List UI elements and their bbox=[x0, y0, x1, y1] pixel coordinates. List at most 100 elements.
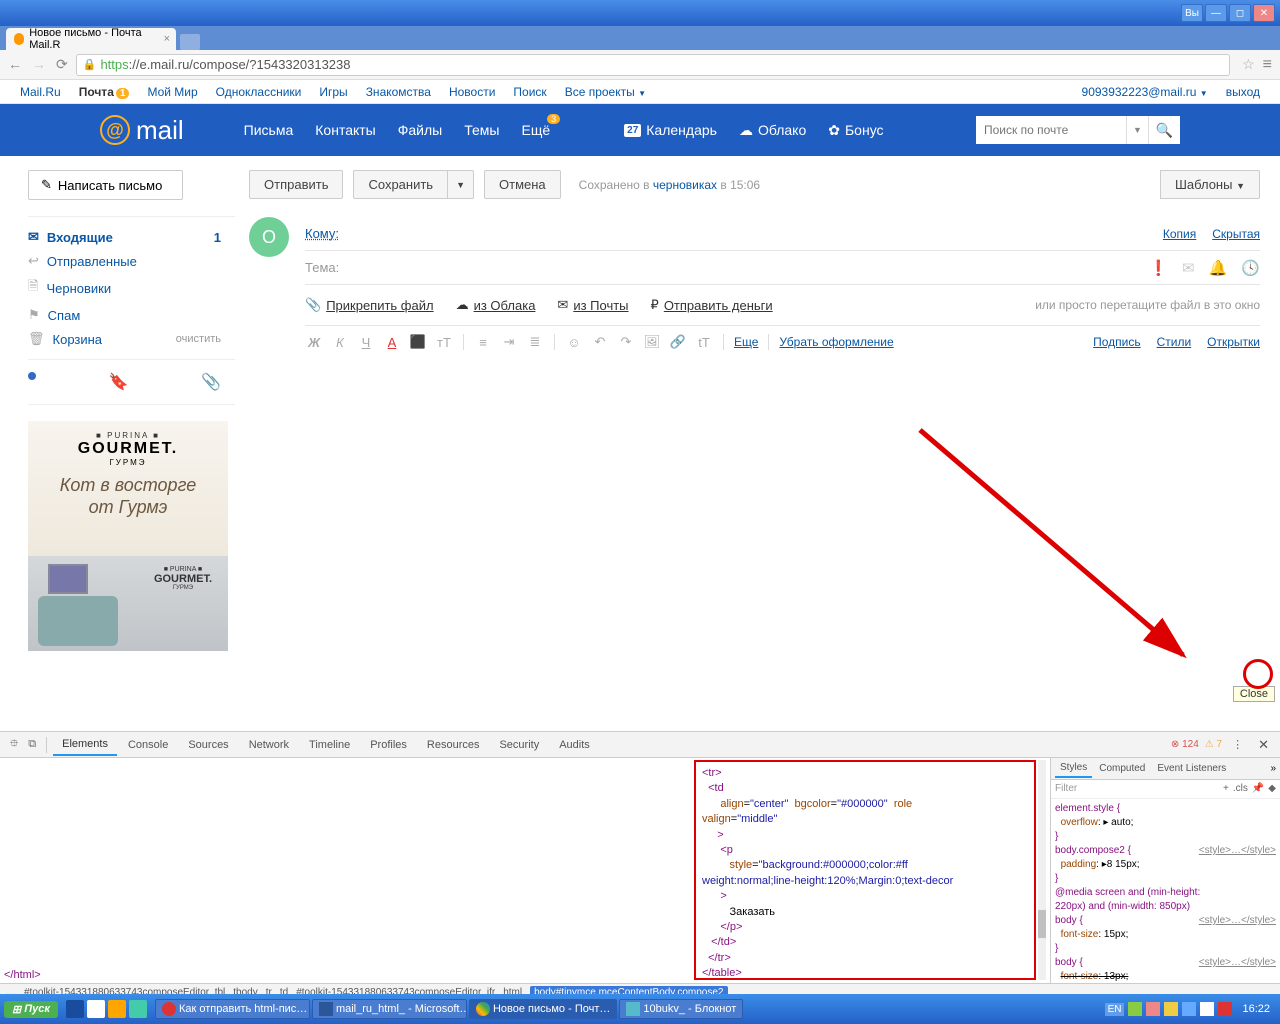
cls-toggle[interactable]: .cls bbox=[1233, 783, 1248, 794]
devtools-tab-timeline[interactable]: Timeline bbox=[300, 735, 359, 755]
error-count[interactable]: 124 bbox=[1171, 739, 1199, 750]
lang-button[interactable]: Вы bbox=[1181, 4, 1203, 22]
taskbar-app-chrome[interactable]: Новое письмо - Почт… bbox=[469, 999, 617, 1019]
remove-format-link[interactable]: Убрать оформление bbox=[779, 335, 893, 349]
redo-icon[interactable]: ↷ bbox=[617, 334, 635, 350]
topnav-mail[interactable]: Почта1 bbox=[79, 85, 130, 99]
postcards-link[interactable]: Открытки bbox=[1207, 335, 1260, 349]
attach-file-button[interactable]: 📎Прикрепить файл bbox=[305, 297, 434, 313]
ql-yandex-icon[interactable] bbox=[87, 1000, 105, 1018]
devtools-close-button[interactable]: ✕ bbox=[1253, 737, 1274, 753]
devtools-tab-security[interactable]: Security bbox=[490, 735, 548, 755]
topnav-games[interactable]: Игры bbox=[319, 85, 347, 99]
taskbar-app-notepad[interactable]: 10bukv_ - Блокнот bbox=[619, 999, 743, 1019]
dom-scrollbar[interactable] bbox=[1038, 910, 1046, 938]
tray-icon[interactable] bbox=[1164, 1002, 1178, 1016]
topnav-projects[interactable]: Все проекты ▼ bbox=[565, 85, 646, 99]
styles-more-icon[interactable]: » bbox=[1270, 763, 1276, 774]
unread-filter-icon[interactable] bbox=[28, 372, 36, 380]
browser-tab[interactable]: Новое письмо - Почта Mail.R × bbox=[6, 28, 176, 50]
devtools-tab-resources[interactable]: Resources bbox=[418, 735, 489, 755]
tray-icon[interactable] bbox=[1182, 1002, 1196, 1016]
minimize-button[interactable]: — bbox=[1205, 4, 1227, 22]
save-dropdown-button[interactable]: ▼ bbox=[447, 170, 474, 199]
tray-icon[interactable] bbox=[1128, 1002, 1142, 1016]
devtools-tab-console[interactable]: Console bbox=[119, 735, 177, 755]
folder-inbox[interactable]: ✉Входящие1 bbox=[28, 225, 235, 249]
topnav-search[interactable]: Поиск bbox=[513, 85, 546, 99]
user-email[interactable]: 9093932223@mail.ru ▼ bbox=[1082, 85, 1208, 99]
folder-spam[interactable]: ⚑Спам bbox=[28, 303, 235, 327]
ql-app-icon[interactable] bbox=[129, 1000, 147, 1018]
signature-link[interactable]: Подпись bbox=[1093, 335, 1141, 349]
save-button[interactable]: Сохранить bbox=[353, 170, 447, 199]
clock[interactable]: 16:22 bbox=[1236, 1003, 1276, 1015]
styles-link[interactable]: Стили bbox=[1157, 335, 1192, 349]
nav-back-icon[interactable]: ← bbox=[8, 56, 22, 73]
format-more-link[interactable]: Еще bbox=[734, 335, 758, 349]
sidebar-ad[interactable]: ■ PURINA ■ GOURMET. ГУРМЭ Кот в восторге… bbox=[28, 421, 228, 651]
ql-book-icon[interactable] bbox=[108, 1000, 126, 1018]
taskbar-app-yandex[interactable]: Как отправить html-пис… bbox=[155, 999, 310, 1019]
templates-button[interactable]: Шаблоны ▼ bbox=[1160, 170, 1260, 199]
url-input[interactable]: 🔒 https://e.mail.ru/compose/?15433203132… bbox=[76, 54, 1230, 76]
nav-letters[interactable]: Письма bbox=[244, 122, 294, 138]
link-icon[interactable]: 🔗 bbox=[669, 334, 687, 350]
tray-shield-icon[interactable] bbox=[1218, 1002, 1232, 1016]
folder-drafts[interactable]: 🗎Черновики bbox=[28, 273, 235, 303]
devtools-tab-profiles[interactable]: Profiles bbox=[361, 735, 416, 755]
notify-icon[interactable]: 🔔 bbox=[1209, 259, 1228, 277]
topnav-mailru[interactable]: Mail.Ru bbox=[20, 85, 61, 99]
clear-trash-link[interactable]: очистить bbox=[176, 333, 221, 345]
send-money-button[interactable]: ₽Отправить деньги bbox=[651, 297, 773, 313]
listeners-tab[interactable]: Event Listeners bbox=[1152, 760, 1231, 777]
devtools-tab-audits[interactable]: Audits bbox=[550, 735, 599, 755]
filter-input[interactable]: Filter bbox=[1055, 783, 1077, 794]
underline-icon[interactable]: Ч bbox=[357, 335, 375, 350]
bold-icon[interactable]: Ж bbox=[305, 335, 323, 350]
maximize-button[interactable]: ◻ bbox=[1229, 4, 1251, 22]
attachment-filter-icon[interactable]: 📎 bbox=[201, 372, 221, 392]
folder-sent[interactable]: ↩Отправленные bbox=[28, 249, 235, 273]
start-button[interactable]: ⊞Пуск bbox=[4, 1001, 58, 1018]
subject-field[interactable]: Тема: ❗ ✉ 🔔 🕓 bbox=[305, 251, 1260, 285]
align-icon[interactable]: ≡ bbox=[474, 335, 492, 350]
search-button[interactable]: 🔍 bbox=[1148, 116, 1180, 144]
dom-tree[interactable]: <tr> <td align="center" bgcolor="#000000… bbox=[0, 758, 1050, 983]
cancel-button[interactable]: Отмена bbox=[484, 170, 561, 199]
ql-floppy-icon[interactable] bbox=[66, 1000, 84, 1018]
compose-button[interactable]: ✎ Написать письмо bbox=[28, 170, 183, 200]
devtools-tab-network[interactable]: Network bbox=[240, 735, 298, 755]
folder-trash[interactable]: 🗑Корзинаочистить bbox=[28, 327, 235, 351]
devtools-tab-sources[interactable]: Sources bbox=[179, 735, 237, 755]
nav-more[interactable]: Ещё3 bbox=[521, 122, 550, 138]
tray-icon[interactable] bbox=[1146, 1002, 1160, 1016]
browser-menu-icon[interactable]: ≡ bbox=[1263, 56, 1272, 74]
nav-themes[interactable]: Темы bbox=[464, 122, 499, 138]
computed-tab[interactable]: Computed bbox=[1094, 760, 1150, 777]
drafts-link[interactable]: черновиках bbox=[653, 178, 717, 192]
warning-count[interactable]: 7 bbox=[1205, 739, 1222, 750]
send-button[interactable]: Отправить bbox=[249, 170, 343, 199]
to-label[interactable]: Кому: bbox=[305, 226, 339, 241]
undo-icon[interactable]: ↶ bbox=[591, 334, 609, 350]
search-dropdown-icon[interactable]: ▼ bbox=[1126, 116, 1148, 144]
nav-calendar[interactable]: 27 Календарь bbox=[624, 122, 717, 138]
css-rules[interactable]: element.style { overflow: ▸ auto; } body… bbox=[1051, 799, 1280, 983]
nav-contacts[interactable]: Контакты bbox=[315, 122, 375, 138]
cc-link[interactable]: Копия bbox=[1163, 227, 1196, 241]
to-field[interactable]: Кому: Копия Скрытая bbox=[305, 217, 1260, 251]
topnav-mymir[interactable]: Мой Мир bbox=[147, 85, 197, 99]
pin-icon[interactable]: 📌 bbox=[1252, 783, 1264, 794]
bgcolor-icon[interactable]: ⬛ bbox=[409, 334, 427, 350]
styles-tab[interactable]: Styles bbox=[1055, 759, 1092, 778]
mailru-logo[interactable]: @ mail bbox=[100, 115, 184, 146]
list-icon[interactable]: ≣ bbox=[526, 334, 544, 350]
attach-cloud-button[interactable]: ☁из Облака bbox=[456, 297, 536, 313]
bookmark-icon[interactable]: ☆ bbox=[1242, 56, 1255, 73]
image-icon[interactable]: 🖼 bbox=[643, 334, 661, 350]
mail-search-input[interactable] bbox=[976, 116, 1126, 144]
nav-forward-icon[interactable]: → bbox=[32, 56, 46, 73]
topnav-dating[interactable]: Знакомства bbox=[366, 85, 431, 99]
receipt-icon[interactable]: ✉ bbox=[1182, 259, 1195, 277]
